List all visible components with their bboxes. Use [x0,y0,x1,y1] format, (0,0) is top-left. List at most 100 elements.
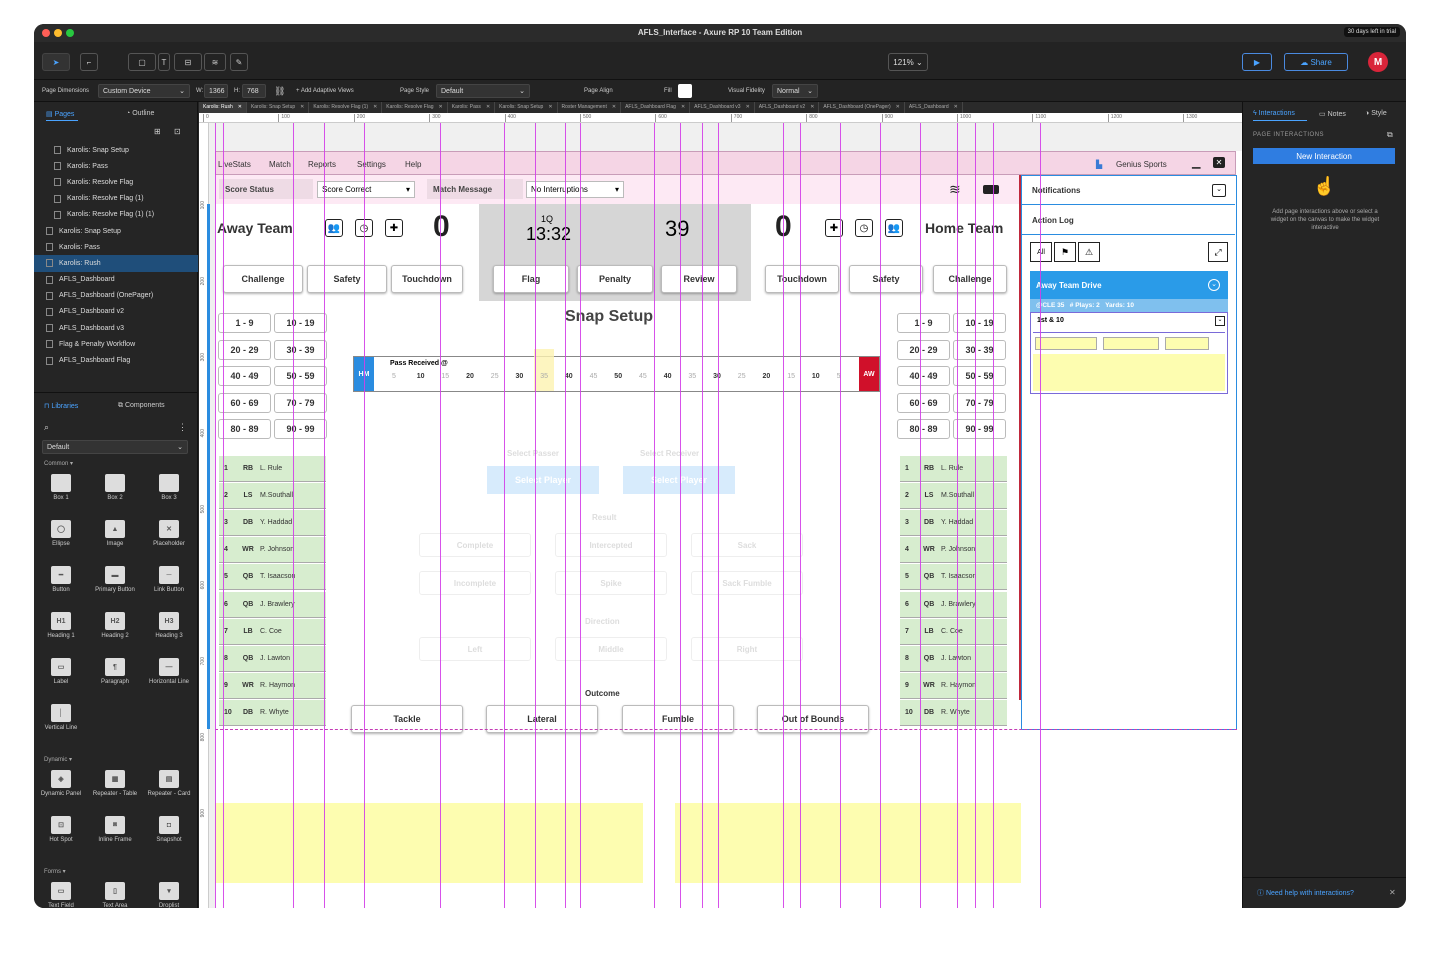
jersey-range-button[interactable]: 20 - 29 [218,339,271,360]
penalty-button[interactable]: Penalty [577,265,653,293]
component-item[interactable]: ⊡ Hot Spot [34,816,88,862]
roster-row[interactable]: 9 WR R. Haymon [219,672,326,699]
roster-row[interactable]: 4 WR P. Johnson [900,537,1007,564]
jersey-range-button[interactable]: 10 - 19 [274,313,327,333]
expand-icon[interactable]: ⤢ [1208,242,1228,262]
page-item[interactable]: Karolis: Pass [34,239,198,255]
guide-line[interactable] [993,123,994,908]
component-item[interactable]: Box 3 [142,474,196,520]
component-item[interactable]: H1 Heading 1 [34,612,88,658]
action-log-header[interactable]: Action Log [1022,206,1235,235]
component-item[interactable]: ◯ Ellipse [34,520,88,566]
canvas-area[interactable]: Karolis: Rush ✕ Karolis: Snap Setup ✕ Karoli… [199,102,1242,908]
guide-line[interactable] [800,123,801,908]
layers-tool-button[interactable]: ≋ [204,53,226,71]
complete-button[interactable]: Complete [419,533,531,557]
close-icon[interactable]: ✕ [373,104,377,110]
guide-line[interactable] [223,123,224,908]
jersey-range-button[interactable]: 70 - 79 [274,392,327,413]
guide-line[interactable] [920,123,921,908]
close-icon[interactable]: ✕ [681,104,685,110]
guide-line[interactable] [580,123,581,908]
chevron-down-icon[interactable]: ⌄ [1212,184,1226,197]
jersey-range-button[interactable]: 60 - 69 [897,392,950,413]
page-item[interactable]: Karolis: Snap Setup [34,142,198,158]
team-roster-icon[interactable]: 👥 [885,219,903,237]
tab-notes[interactable]: ▭ Notes [1319,110,1346,118]
component-item[interactable]: ▬ Primary Button [88,566,142,612]
drive-header[interactable]: Away Team Drive [1030,271,1228,299]
guide-line[interactable] [957,123,958,908]
close-icon[interactable]: ✕ [612,104,616,110]
component-item[interactable]: ▲ Image [88,520,142,566]
component-item[interactable]: ✕ Placeholder [142,520,196,566]
roster-row[interactable]: 1 RB L. Rule [219,456,326,482]
document-tab[interactable]: AFLS_Dashboard ✕ [905,102,963,113]
guide-line[interactable] [654,123,655,908]
jersey-range-button[interactable]: 40 - 49 [218,366,271,386]
document-tab[interactable]: AFLS_Dashboard (OnePager) ✕ [819,102,905,113]
review-button[interactable]: Review [661,265,737,293]
team-roster-icon[interactable]: 👥 [325,219,343,237]
flag-filter-icon[interactable]: ⚑ [1054,242,1076,262]
document-tab[interactable]: Karolis: Rush ✕ [199,102,247,113]
close-icon[interactable]: ✕ [810,104,814,110]
close-icon[interactable]: ✕ [439,104,443,110]
jersey-range-button[interactable]: 1 - 9 [218,313,271,333]
notifications-header[interactable]: Notifications [1022,176,1235,205]
menu-match[interactable]: Match [269,160,291,169]
document-tab[interactable]: Karolis: Snap Setup ✕ [495,102,558,113]
page-style-select[interactable]: Default ⌄ [436,84,530,98]
roster-row[interactable]: 6 QB J. Brawlery [219,591,326,618]
jersey-range-button[interactable]: 80 - 89 [218,419,271,439]
height-field[interactable]: 768 [242,84,266,98]
roster-row[interactable]: 5 QB T. Isaacson [219,564,326,591]
close-icon[interactable]: ✕ [300,104,304,110]
component-item[interactable]: ▤ Repeater - Card [142,770,196,816]
page-item[interactable]: Karolis: Pass [34,158,198,174]
chevron-down-icon[interactable]: ⌄ [1208,279,1220,291]
page-item[interactable]: Karolis: Resolve Flag (1) [34,191,198,207]
box-tool-button[interactable]: ▢ [128,53,156,71]
tab-pages[interactable]: ▤ Pages [46,110,74,118]
menu-reports[interactable]: Reports [308,160,336,169]
select-tool-button[interactable]: ➤ [42,53,70,71]
close-icon[interactable]: ✕ [238,104,242,110]
share-button[interactable]: ☁ Share [1284,53,1348,71]
tab-style[interactable]: ◑ Style [1365,110,1387,117]
document-tab[interactable]: Karolis: Snap Setup ✕ [247,102,310,113]
component-item[interactable]: ¶ Paragraph [88,658,142,704]
jersey-range-button[interactable]: 20 - 29 [897,339,950,360]
menu-help[interactable]: Help [405,160,421,169]
guide-line[interactable] [215,123,216,908]
add-folder-icon[interactable]: ⊡ [174,127,181,136]
guide-line[interactable] [364,123,365,908]
component-item[interactable]: │ Vertical Line [34,704,88,750]
document-tab[interactable]: Karolis: Resolve Flag ✕ [382,102,448,113]
page-item[interactable]: Karolis: Resolve Flag (1) (1) [34,207,198,223]
close-icon[interactable]: ✕ [954,104,958,110]
guide-line[interactable] [293,123,294,908]
search-icon[interactable]: ⌕ [44,422,49,433]
document-tab[interactable]: Karolis: Resolve Flag (1) ✕ [309,102,383,113]
close-icon[interactable]: ✕ [486,104,490,110]
jersey-range-button[interactable]: 10 - 19 [953,313,1006,333]
design-mockup[interactable]: LiveStats Match Reports Settings Help ▙ … [207,151,1242,908]
roster-row[interactable]: 7 LB C. Coe [900,618,1007,645]
widget-tool-button[interactable]: ⊟ [174,53,202,71]
page-item[interactable]: Karolis: Resolve Flag [34,174,198,190]
component-item[interactable]: ▦ Repeater - Table [88,770,142,816]
component-item[interactable]: ◈ Dynamic Panel [34,770,88,816]
jersey-range-button[interactable]: 30 - 39 [274,339,327,360]
pen-tool-button[interactable]: ✎ [230,53,248,71]
component-item[interactable]: Box 1 [34,474,88,520]
roster-row[interactable]: 8 QB J. Lawton [219,645,326,672]
guide-line[interactable] [1040,123,1041,908]
jersey-range-button[interactable]: 50 - 59 [953,366,1006,386]
sack-button[interactable]: Sack [691,533,803,557]
document-tab[interactable]: Karolis: Pass ✕ [448,102,496,113]
jersey-range-button[interactable]: 90 - 99 [274,419,327,439]
user-avatar[interactable]: M [1368,52,1388,72]
component-item[interactable]: ▭ Label [34,658,88,704]
component-item[interactable]: ⧈ Inline Frame [88,816,142,862]
